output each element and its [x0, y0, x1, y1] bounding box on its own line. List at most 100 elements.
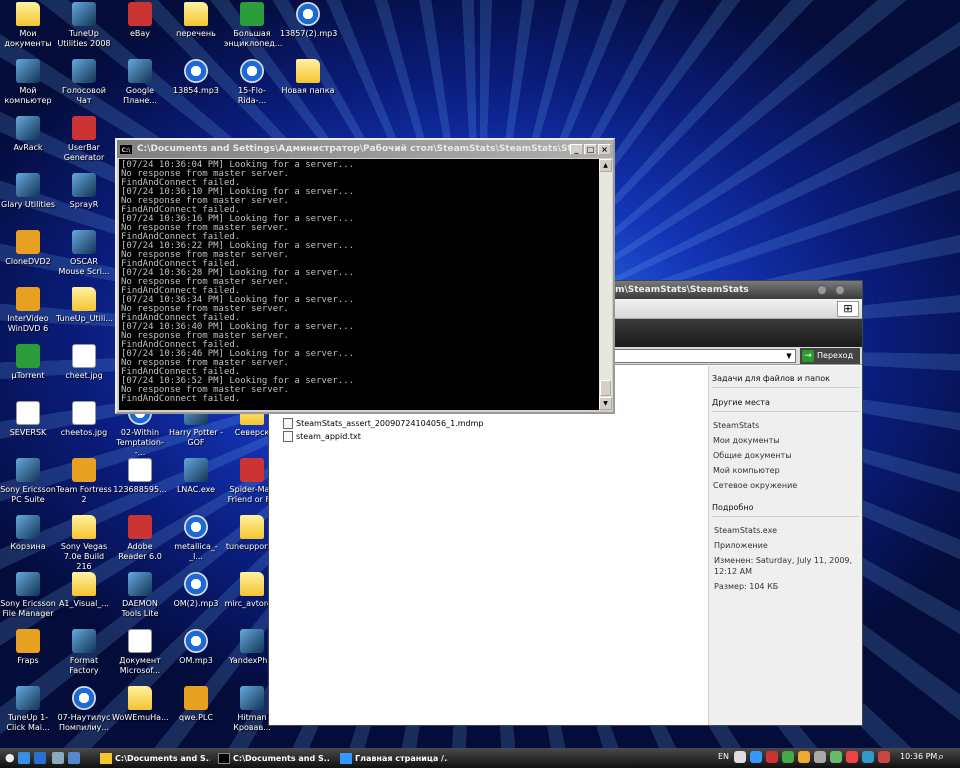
- desktop-icon[interactable]: TuneUp 1-Click Mai...: [0, 684, 56, 733]
- desktop-icon[interactable]: eBay: [112, 0, 168, 39]
- desktop-icon[interactable]: Большая энциклопед...: [224, 0, 282, 49]
- place-link-steamstats[interactable]: SteamStats: [712, 418, 859, 433]
- desktop-icon-label: WoWEmuHa...: [112, 713, 169, 722]
- desktop-icon[interactable]: A1_Visual_...: [56, 570, 112, 609]
- desktop-icon[interactable]: 15-Flo-Rida-...: [224, 57, 280, 106]
- desktop-icon[interactable]: Team Fortress 2: [56, 456, 112, 505]
- desktop-icon[interactable]: 13857(2).mp3: [280, 0, 338, 39]
- folder-icon: [100, 752, 112, 764]
- ie-quicklaunch-icon[interactable]: [34, 752, 46, 764]
- desktop-icon[interactable]: Google Плане...: [112, 57, 168, 106]
- desktop-icon[interactable]: SEVERSK: [0, 399, 56, 438]
- tray-icon[interactable]: [766, 751, 778, 763]
- go-button[interactable]: → Переход: [800, 348, 860, 364]
- desktop-icon[interactable]: DAEMON Tools Lite: [112, 570, 168, 619]
- desktop-icon[interactable]: LNAC.exe: [168, 456, 224, 495]
- desktop-icon[interactable]: Новая папка: [280, 57, 336, 96]
- desktop-icon[interactable]: cheetos.jpg: [56, 399, 112, 438]
- scroll-up-icon[interactable]: ▲: [599, 159, 612, 172]
- desktop-icon[interactable]: WoWEmuHa...: [112, 684, 169, 723]
- doc-icon: [72, 344, 96, 368]
- desktop-icon[interactable]: Мои документы: [0, 0, 56, 49]
- desktop-icon-label: SprayR: [69, 200, 99, 209]
- clock[interactable]: 10:36 PM: [900, 752, 937, 761]
- place-link-my-documents[interactable]: Мои документы: [712, 433, 859, 448]
- list-item[interactable]: SteamStats_assert_20090724104056_1.mdmp: [283, 418, 483, 429]
- taskbar-item-browser[interactable]: Главная страница /...: [340, 750, 448, 766]
- place-link-my-computer[interactable]: Мой компьютер: [712, 463, 859, 478]
- tray-icon[interactable]: [846, 751, 858, 763]
- tray-icon[interactable]: [830, 751, 842, 763]
- desktop-icon[interactable]: qwe.PLC: [168, 684, 224, 723]
- minimize-button[interactable]: _: [570, 143, 583, 155]
- tray-icon[interactable]: [782, 751, 794, 763]
- mail-quicklaunch-icon[interactable]: [68, 752, 80, 764]
- close-button[interactable]: ×: [598, 143, 611, 155]
- desktop-icon[interactable]: TuneUp Utilities 2008: [56, 0, 112, 49]
- media-icon: [72, 686, 96, 710]
- maximize-button[interactable]: □: [584, 143, 597, 155]
- desktop-icon[interactable]: 123688595...: [112, 456, 168, 495]
- place-link-network[interactable]: Сетевое окружение: [712, 478, 859, 493]
- scroll-down-icon[interactable]: ▼: [599, 397, 612, 410]
- language-indicator[interactable]: EN: [718, 752, 729, 761]
- apple-icon[interactable]: ●: [5, 751, 19, 765]
- desktop-icon-label: Голосовой Чат: [62, 86, 106, 105]
- desktop-quicklaunch-icon[interactable]: [52, 752, 64, 764]
- desktop-icon[interactable]: Format Factory: [56, 627, 112, 676]
- desktop-icon[interactable]: AvRack: [0, 114, 56, 153]
- flag-icon[interactable]: [878, 751, 890, 763]
- desktop-icon[interactable]: Голосовой Чат: [56, 57, 112, 106]
- desktop-icon[interactable]: Fraps: [0, 627, 56, 666]
- desktop-icon[interactable]: Adobe Reader 6.0: [112, 513, 168, 562]
- desktop-icon[interactable]: InterVideo WinDVD 6: [0, 285, 56, 334]
- desktop-icon[interactable]: OM.mp3: [168, 627, 224, 666]
- console-output[interactable]: [07/24 10:36:04 PM] Looking for a server…: [119, 159, 599, 410]
- tray-icon[interactable]: [734, 751, 746, 763]
- minimize-icon[interactable]: [817, 285, 827, 295]
- place-link-shared-documents[interactable]: Общие документы: [712, 448, 859, 463]
- taskbar-item-explorer[interactable]: C:\Documents and S...: [100, 750, 210, 766]
- chevron-down-icon[interactable]: ▼: [783, 350, 795, 362]
- ie-quicklaunch-icon[interactable]: [18, 752, 30, 764]
- search-icon[interactable]: ⌕: [938, 750, 952, 764]
- volume-icon[interactable]: [862, 751, 874, 763]
- desktop-icon[interactable]: OM(2).mp3: [168, 570, 224, 609]
- desktop-icon[interactable]: Корзина: [0, 513, 56, 552]
- desktop-icon[interactable]: перечень: [168, 0, 224, 39]
- desktop-icon[interactable]: SprayR: [56, 171, 112, 210]
- desktop-icon[interactable]: Документ Microsof...: [112, 627, 168, 676]
- desktop-icon[interactable]: Glary Utilities: [0, 171, 56, 210]
- desktop-icon[interactable]: TuneUp_Utili...: [56, 285, 113, 324]
- desktop-icon[interactable]: 07-Наутилус Помпилиу...: [56, 684, 112, 733]
- desktop-icon-label: 15-Flo-Rida-...: [237, 86, 267, 105]
- console-scrollbar[interactable]: ▲ ▼: [599, 159, 612, 410]
- desktop-icon[interactable]: Мой компьютер: [0, 57, 56, 106]
- desktop-icon[interactable]: metallica_-_l...: [168, 513, 224, 562]
- tray-icon[interactable]: [798, 751, 810, 763]
- orange-icon: [16, 230, 40, 254]
- desktop-icon[interactable]: Sony Vegas 7.0e Build 216: [56, 513, 112, 572]
- console-titlebar[interactable]: C:\ C:\Documents and Settings\Администра…: [117, 140, 613, 158]
- desktop-icon[interactable]: Sony Ericsson File Manager: [0, 570, 56, 619]
- desktop-icon[interactable]: CloneDVD2: [0, 228, 56, 267]
- desktop-icon-label: 13857(2).mp3: [280, 29, 338, 38]
- desktop-icon[interactable]: 13854.mp3: [168, 57, 224, 96]
- file-name: steam_appid.txt: [296, 432, 361, 441]
- taskbar-item-console[interactable]: C:\Documents and S...: [218, 750, 330, 766]
- doc-icon: [128, 629, 152, 653]
- console-window[interactable]: C:\ C:\Documents and Settings\Администра…: [115, 138, 615, 414]
- places-header[interactable]: Другие места: [712, 394, 859, 412]
- list-item[interactable]: steam_appid.txt: [283, 431, 361, 442]
- tasks-header[interactable]: Задачи для файлов и папок: [712, 370, 859, 388]
- scroll-thumb[interactable]: [600, 380, 611, 396]
- tray-icon[interactable]: [750, 751, 762, 763]
- desktop-icon[interactable]: OSCAR Mouse Scri...: [56, 228, 112, 277]
- desktop-icon[interactable]: cheet.jpg: [56, 342, 112, 381]
- tray-icon[interactable]: [814, 751, 826, 763]
- desktop-icon[interactable]: UserBar Generator: [56, 114, 112, 163]
- details-header[interactable]: Подробно: [712, 499, 859, 517]
- desktop-icon[interactable]: Sony Ericsson PC Suite: [0, 456, 56, 505]
- close-icon[interactable]: [835, 285, 845, 295]
- desktop-icon[interactable]: µTorrent: [0, 342, 56, 381]
